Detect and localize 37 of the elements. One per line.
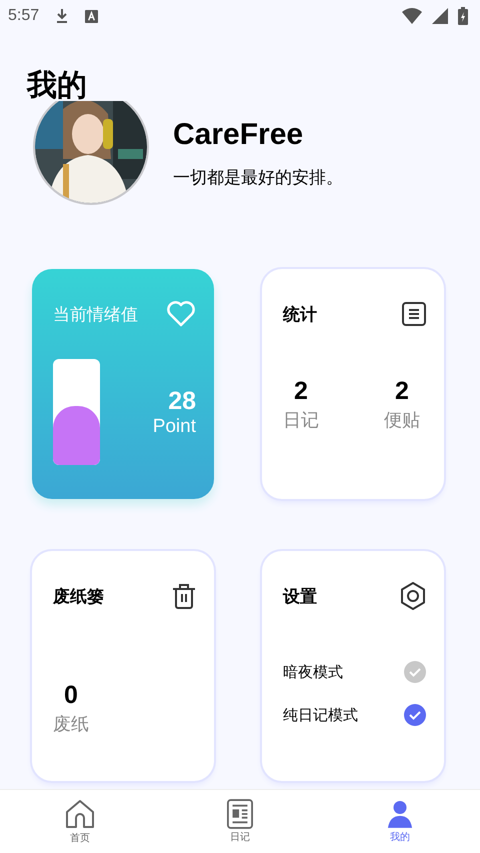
stat-label: 便贴 [384, 409, 420, 432]
check-toggle[interactable] [404, 704, 426, 726]
person-icon [387, 799, 413, 829]
settings-icon [400, 582, 426, 610]
mood-value: 28 [168, 386, 196, 416]
signal-icon [432, 8, 448, 24]
document-icon [402, 302, 426, 326]
nav-tab[interactable]: 日记 [195, 790, 285, 853]
stats-card[interactable]: 统计 2 日记 2 便贴 [262, 269, 444, 499]
document-icon [227, 799, 253, 829]
mood-unit: Point [152, 416, 196, 438]
nav-tab[interactable]: 首页 [35, 790, 125, 853]
stat-value: 2 [395, 377, 409, 406]
check-toggle[interactable] [404, 661, 426, 683]
page-title: 我的 [27, 68, 88, 104]
option-label: 暗夜模式 [283, 662, 343, 682]
trash-count: 0 [64, 681, 78, 710]
wifi-icon [402, 8, 422, 24]
status-time: 5:57 [8, 7, 40, 25]
card-title: 设置 [283, 586, 317, 608]
card-title: 统计 [283, 304, 317, 326]
download-icon [55, 8, 70, 24]
card-title: 废纸篓 [53, 586, 104, 608]
trash-card[interactable]: 废纸篓 0 废纸 [32, 551, 214, 781]
user-motto: 一切都是最好的安排。 [173, 167, 343, 189]
nav-tab[interactable]: 我的 [355, 790, 445, 853]
user-name: CareFree [173, 118, 304, 152]
stat-value: 2 [294, 377, 308, 406]
stat-label: 日记 [283, 409, 319, 432]
heart-icon [166, 301, 196, 327]
card-title: 当前情绪值 [53, 304, 138, 326]
trash-label: 废纸 [53, 713, 89, 736]
battery-icon [458, 7, 468, 25]
home-icon [64, 798, 96, 830]
keyboard-icon [85, 10, 98, 22]
option-label: 纯日记模式 [283, 706, 358, 724]
trash-icon [172, 583, 196, 609]
